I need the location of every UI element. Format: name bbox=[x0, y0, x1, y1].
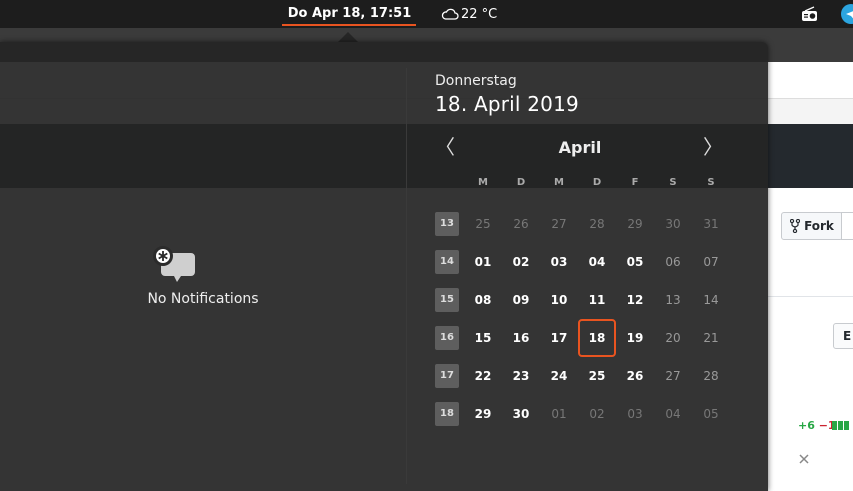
calendar-day[interactable]: 12 bbox=[616, 281, 654, 319]
week-number: 13 bbox=[435, 212, 459, 236]
week-number: 17 bbox=[435, 364, 459, 388]
calendar-day[interactable]: 04 bbox=[578, 243, 616, 281]
separator bbox=[767, 296, 853, 297]
next-month-button[interactable]: 〉 bbox=[701, 136, 725, 160]
calendar-day[interactable]: 15 bbox=[464, 319, 502, 357]
calendar-day[interactable]: 01 bbox=[464, 243, 502, 281]
diff-bar bbox=[838, 421, 843, 430]
fork-icon bbox=[790, 219, 801, 233]
calendar-day[interactable]: 17 bbox=[540, 319, 578, 357]
calendar-day[interactable]: 26 bbox=[502, 205, 540, 243]
calendar-day[interactable]: 27 bbox=[540, 205, 578, 243]
edit-button[interactable]: E bbox=[833, 323, 853, 349]
calendar-day[interactable]: 20 bbox=[654, 319, 692, 357]
x-icon bbox=[799, 454, 809, 464]
calendar-day[interactable]: 04 bbox=[654, 395, 692, 433]
calendar-full-date[interactable]: 18. April 2019 bbox=[435, 92, 579, 116]
week-number: 14 bbox=[435, 250, 459, 274]
calendar-day[interactable]: 10 bbox=[540, 281, 578, 319]
weekday-header: F bbox=[631, 177, 639, 188]
weekday-header: M bbox=[478, 177, 488, 188]
calendar-day[interactable]: 21 bbox=[692, 319, 730, 357]
calendar-day[interactable]: 05 bbox=[616, 243, 654, 281]
weekday-header: M bbox=[554, 177, 564, 188]
calendar-weekday: Donnerstag bbox=[435, 73, 517, 89]
telegram-icon[interactable] bbox=[841, 4, 853, 24]
calendar-day[interactable]: 02 bbox=[502, 243, 540, 281]
calendar-day[interactable]: 11 bbox=[578, 281, 616, 319]
paper-plane-icon bbox=[846, 11, 853, 19]
calendar-day[interactable]: 05 bbox=[692, 395, 730, 433]
calendar-day[interactable]: 26 bbox=[616, 357, 654, 395]
week-number: 16 bbox=[435, 326, 459, 350]
cloud-icon bbox=[441, 8, 459, 20]
calendar-day[interactable]: 31 bbox=[692, 205, 730, 243]
calendar-day[interactable]: 07 bbox=[692, 243, 730, 281]
calendar-day[interactable]: 16 bbox=[502, 319, 540, 357]
calendar-day[interactable]: 22 bbox=[464, 357, 502, 395]
fork-button[interactable]: Fork bbox=[781, 212, 843, 240]
calendar-day-today[interactable]: 18 bbox=[578, 319, 616, 357]
diff-bars bbox=[832, 421, 849, 430]
calendar-day[interactable]: 27 bbox=[654, 357, 692, 395]
weather-indicator[interactable]: 22 °C bbox=[441, 0, 497, 28]
radio-icon[interactable] bbox=[801, 6, 818, 22]
calendar-day[interactable]: 29 bbox=[616, 205, 654, 243]
weekday-header: S bbox=[669, 177, 677, 188]
popover-divider bbox=[406, 68, 407, 484]
calendar-day[interactable]: 19 bbox=[616, 319, 654, 357]
calendar-day[interactable]: 28 bbox=[578, 205, 616, 243]
weekday-header: D bbox=[592, 177, 602, 188]
calendar-day[interactable]: 23 bbox=[502, 357, 540, 395]
calendar-popover: No Notifications Donnerstag 18. April 20… bbox=[0, 42, 768, 491]
calendar-day[interactable]: 28 bbox=[692, 357, 730, 395]
calendar-day[interactable]: 03 bbox=[540, 243, 578, 281]
weekday-header: D bbox=[516, 177, 526, 188]
top-panel: Do Apr 18, 17:51 22 °C bbox=[0, 0, 853, 28]
diff-stat: +6 −1 bbox=[798, 419, 836, 432]
no-notifications-label: No Notifications bbox=[147, 291, 259, 307]
calendar-day[interactable]: 06 bbox=[654, 243, 692, 281]
diff-bar bbox=[844, 421, 849, 430]
calendar-day[interactable]: 14 bbox=[692, 281, 730, 319]
week-number: 18 bbox=[435, 402, 459, 426]
calendar-day[interactable]: 02 bbox=[578, 395, 616, 433]
calendar-month: April bbox=[558, 138, 602, 157]
previous-month-button[interactable]: 〈 bbox=[433, 136, 457, 160]
calendar-day[interactable]: 09 bbox=[502, 281, 540, 319]
no-notifications-icon bbox=[153, 246, 195, 282]
calendar-day[interactable]: 29 bbox=[464, 395, 502, 433]
calendar-day[interactable]: 13 bbox=[654, 281, 692, 319]
week-number: 15 bbox=[435, 288, 459, 312]
weekday-header: S bbox=[707, 177, 715, 188]
fork-count bbox=[841, 212, 853, 240]
calendar-day[interactable]: 25 bbox=[578, 357, 616, 395]
fork-label: Fork bbox=[804, 219, 834, 233]
calendar-day[interactable]: 08 bbox=[464, 281, 502, 319]
calendar-day[interactable]: 25 bbox=[464, 205, 502, 243]
calendar-day[interactable]: 30 bbox=[502, 395, 540, 433]
diff-bar bbox=[832, 421, 837, 430]
active-indicator bbox=[282, 24, 416, 26]
diff-additions: +6 bbox=[798, 419, 815, 432]
popover-arrow bbox=[338, 32, 358, 42]
calendar-day[interactable]: 01 bbox=[540, 395, 578, 433]
calendar-day[interactable]: 03 bbox=[616, 395, 654, 433]
weather-temperature: 22 °C bbox=[461, 6, 498, 22]
calendar-day[interactable]: 30 bbox=[654, 205, 692, 243]
calendar-day[interactable]: 24 bbox=[540, 357, 578, 395]
